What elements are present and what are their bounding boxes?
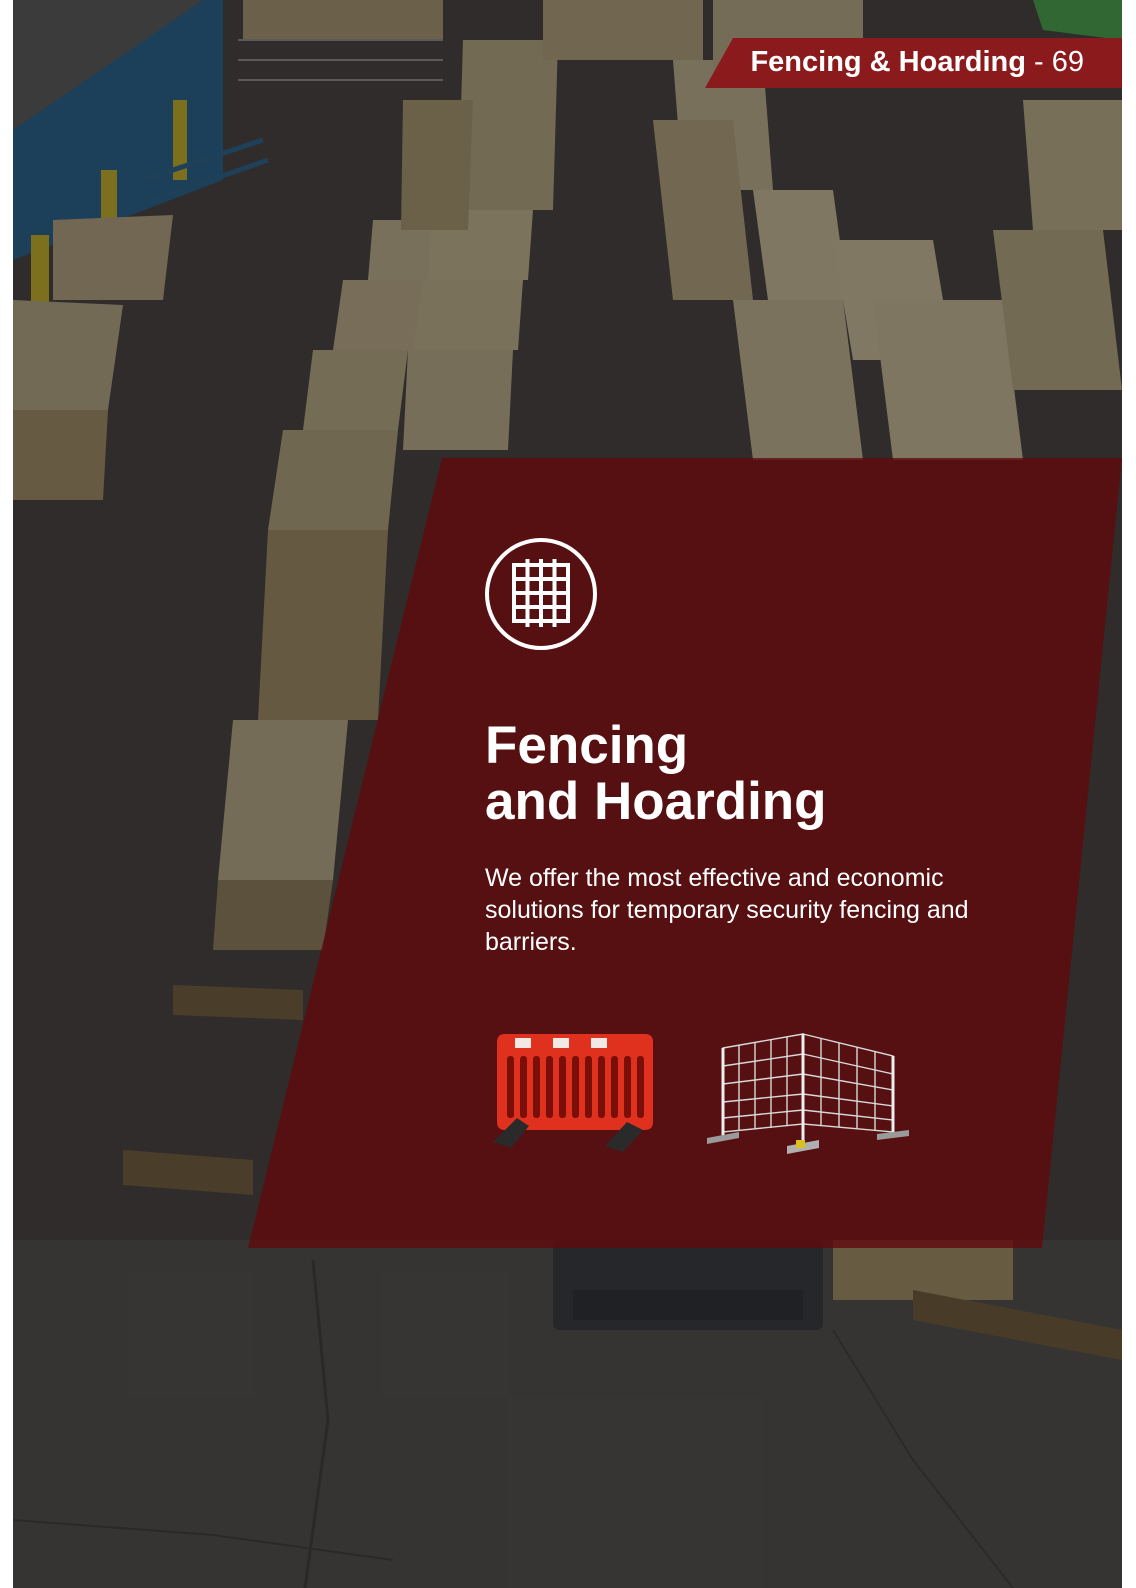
page-number: 69 <box>1051 46 1084 78</box>
header-title: Fencing & Hoarding <box>750 46 1026 78</box>
catalog-page: Fencing & Hoarding - 69 Fencing and Hoar… <box>13 0 1122 1588</box>
plastic-barrier-image <box>493 1034 653 1152</box>
header-separator: - <box>1025 46 1052 78</box>
section-description: We offer the most effective and economic… <box>485 864 969 956</box>
section-title: Fencing and Hoarding <box>485 718 827 830</box>
section-title-line1: Fencing <box>485 716 689 775</box>
page-header: Fencing & Hoarding - 69 <box>750 44 1084 80</box>
section-title-line2: and Hoarding <box>485 772 827 831</box>
fence-icon <box>485 538 597 650</box>
mesh-fence-image <box>707 1033 909 1154</box>
